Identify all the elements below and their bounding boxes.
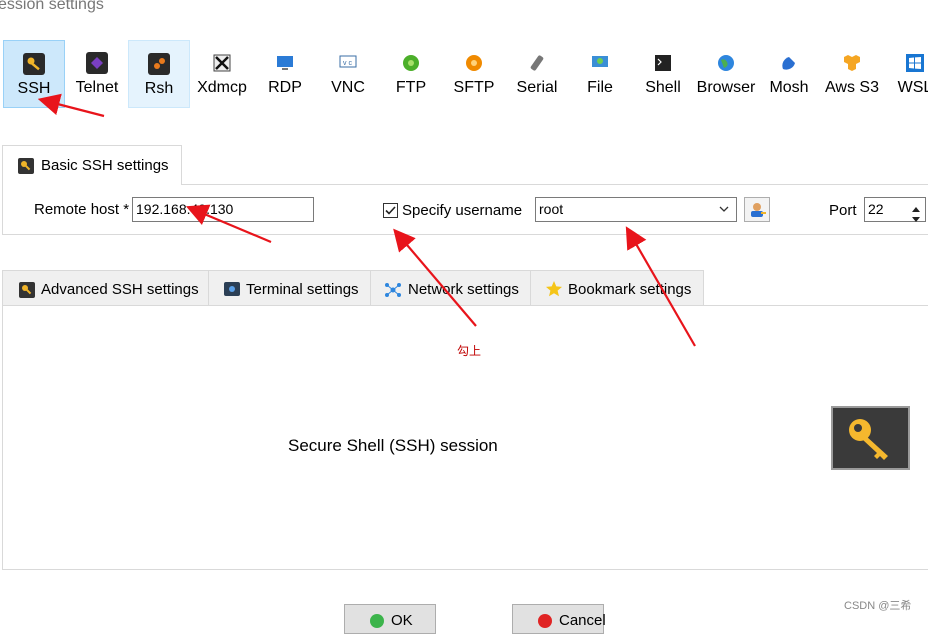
check-icon	[370, 614, 384, 628]
annotation-arrow	[37, 93, 105, 118]
key-icon	[18, 158, 34, 174]
tab-label: Basic SSH settings	[41, 157, 169, 174]
tab-basic-ssh-settings[interactable]: Basic SSH settings	[2, 145, 182, 185]
annotation-arrow	[625, 226, 696, 347]
annotation-arrows	[37, 93, 696, 347]
cancel-button[interactable]: Cancel	[512, 604, 606, 634]
ok-label: OK	[391, 612, 413, 629]
annotation-arrow	[393, 228, 477, 327]
watermark: CSDN @三希	[844, 600, 912, 612]
cancel-icon	[538, 614, 552, 628]
cancel-label: Cancel	[559, 612, 606, 629]
ok-button[interactable]: OK	[344, 604, 436, 634]
annotation-arrow	[185, 204, 272, 244]
annotation-note: 勾上	[457, 344, 482, 358]
